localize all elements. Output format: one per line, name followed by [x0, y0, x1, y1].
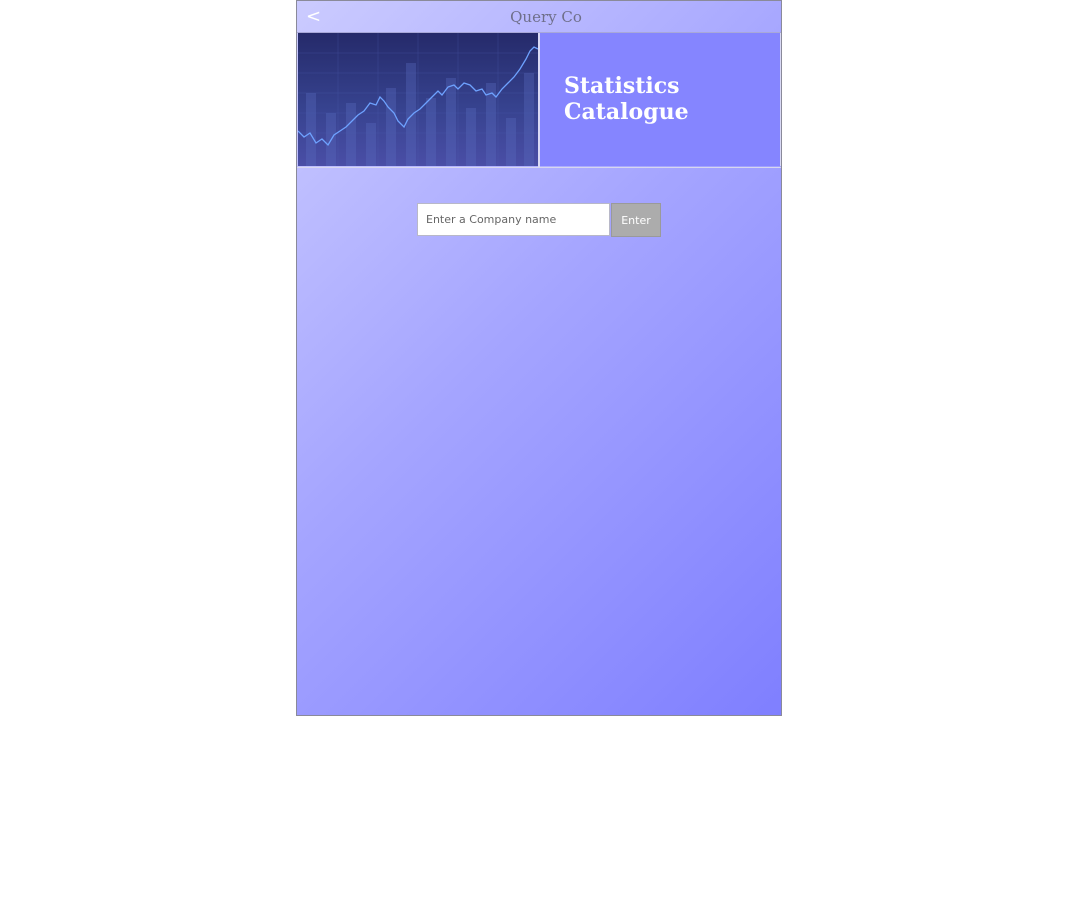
stock-chart-graphic: [298, 33, 538, 166]
hero-banner: Statistics Catalogue: [297, 33, 781, 168]
page-title: Query Co: [510, 8, 582, 26]
header-bar: < Query Co: [297, 1, 781, 33]
banner-heading: Statistics Catalogue: [564, 73, 689, 125]
stock-chart-image: [298, 33, 538, 166]
company-name-input[interactable]: [417, 203, 610, 236]
banner-panel: Statistics Catalogue: [540, 33, 781, 166]
app-frame: < Query Co Statistics Catalogue Enter a …: [296, 0, 782, 716]
company-search: Enter: [417, 203, 661, 237]
enter-button[interactable]: Enter: [611, 203, 661, 237]
